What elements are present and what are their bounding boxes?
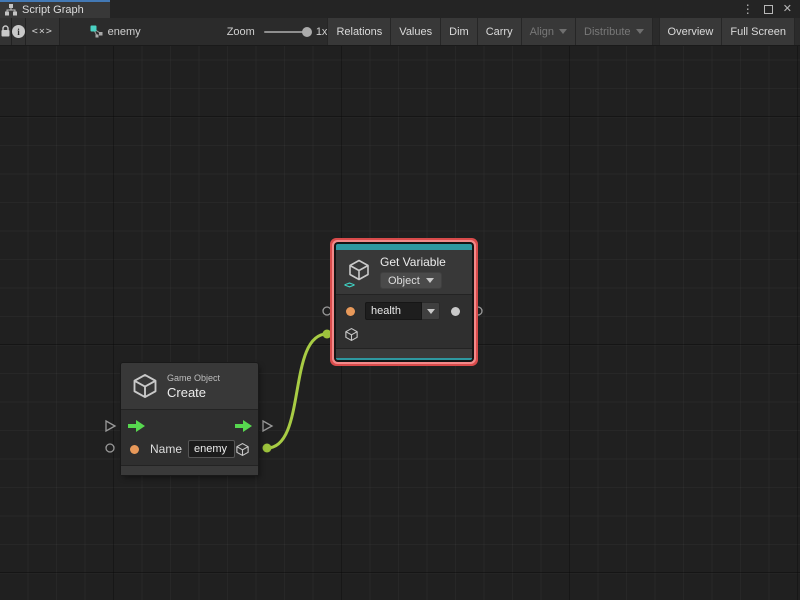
name-input-dot[interactable]	[130, 445, 139, 454]
zoom-value: 1x	[316, 26, 328, 38]
tab-bar: Script Graph ⋮ ✕	[0, 0, 800, 18]
graph-icon	[90, 25, 103, 38]
tab-script-graph[interactable]: Script Graph	[0, 0, 110, 18]
distribute-label: Distribute	[584, 26, 630, 38]
wire-start-dot[interactable]	[263, 444, 272, 453]
graph-canvas[interactable]: <> Get Variable Object health	[0, 46, 800, 600]
gameobject-cube-icon: <>	[346, 258, 372, 287]
lock-button[interactable]	[0, 18, 12, 45]
node-title: Get Variable	[380, 255, 446, 269]
zoom-slider-handle[interactable]	[302, 27, 312, 37]
variable-angle-icon: <>	[344, 280, 354, 291]
variable-accent-bottom	[336, 358, 472, 360]
create-node-body: Name enemy	[121, 409, 258, 465]
graph-toolbar: i <×> enemy Zoom 1x Relations Values Dim…	[0, 18, 800, 46]
object-port-cube-icon[interactable]	[344, 327, 359, 342]
dim-button[interactable]: Dim	[441, 18, 478, 45]
graph-name[interactable]: enemy	[108, 26, 141, 38]
create-node-header[interactable]: Game Object Create	[121, 363, 258, 409]
node-subtitle: Game Object	[167, 373, 220, 383]
carry-button[interactable]: Carry	[478, 18, 522, 45]
chevron-down-icon	[426, 278, 434, 283]
tab-title: Script Graph	[22, 4, 84, 16]
value-output-port[interactable]	[474, 307, 482, 315]
fullscreen-button[interactable]: Full Screen	[722, 18, 795, 45]
flow-out-arrow-icon[interactable]	[235, 420, 252, 432]
chevron-down-icon	[636, 29, 644, 34]
variable-name-field[interactable]: health	[365, 302, 422, 320]
edit-graph-button[interactable]: <×>	[26, 18, 60, 45]
align-button[interactable]: Align	[522, 18, 576, 45]
chevron-down-icon	[427, 309, 435, 314]
gameobject-cube-icon	[131, 372, 159, 400]
wire-end-dot[interactable]	[323, 330, 332, 339]
distribute-button[interactable]: Distribute	[576, 18, 652, 45]
variable-name-dropdown[interactable]	[422, 302, 440, 320]
flow-output-port[interactable]	[263, 421, 272, 431]
zoom-label: Zoom	[227, 26, 255, 38]
chevron-down-icon	[559, 29, 567, 34]
variable-name-port[interactable]	[323, 307, 331, 315]
name-input-port[interactable]	[106, 444, 114, 452]
zoom-slider[interactable]	[264, 31, 308, 33]
script-graph-window: Script Graph ⋮ ✕ i <×>	[0, 0, 800, 600]
graph-breadcrumb: enemy Zoom 1x	[60, 18, 328, 45]
flow-in-arrow-icon[interactable]	[128, 420, 145, 432]
get-variable-body: health	[336, 294, 472, 348]
connection-wire[interactable]	[267, 334, 327, 448]
node-title: Create	[167, 385, 220, 400]
align-label: Align	[530, 26, 554, 38]
create-game-object-node[interactable]: Game Object Create Name enemy	[121, 363, 258, 475]
name-port-label: Name	[150, 442, 182, 456]
info-button[interactable]: i	[12, 18, 26, 45]
node-footer	[336, 348, 472, 358]
gameobject-output-cube-icon[interactable]	[235, 442, 250, 457]
code-icon: <×>	[32, 26, 53, 37]
variable-scope-dropdown[interactable]: Object	[380, 272, 442, 289]
values-button[interactable]: Values	[391, 18, 441, 45]
relations-button[interactable]: Relations	[327, 18, 391, 45]
window-controls: ⋮ ✕	[742, 0, 800, 18]
toolbar-buttons: Relations Values Dim Carry Align Distrib…	[327, 18, 795, 45]
info-icon: i	[12, 25, 25, 38]
window-menu-icon[interactable]: ⋮	[742, 3, 754, 15]
value-output-dot[interactable]	[451, 307, 460, 316]
value-input-dot[interactable]	[346, 307, 355, 316]
lock-icon	[0, 25, 11, 38]
overview-button[interactable]: Overview	[659, 18, 723, 45]
flow-input-port[interactable]	[106, 421, 115, 431]
scope-label: Object	[388, 275, 420, 287]
get-variable-header[interactable]: <> Get Variable Object	[336, 250, 472, 294]
name-value-field[interactable]: enemy	[188, 440, 235, 458]
hierarchy-icon	[5, 4, 17, 16]
close-icon[interactable]: ✕	[783, 4, 792, 15]
maximize-icon[interactable]	[764, 5, 773, 14]
get-variable-node[interactable]: <> Get Variable Object health	[336, 244, 472, 360]
node-footer	[121, 465, 258, 475]
